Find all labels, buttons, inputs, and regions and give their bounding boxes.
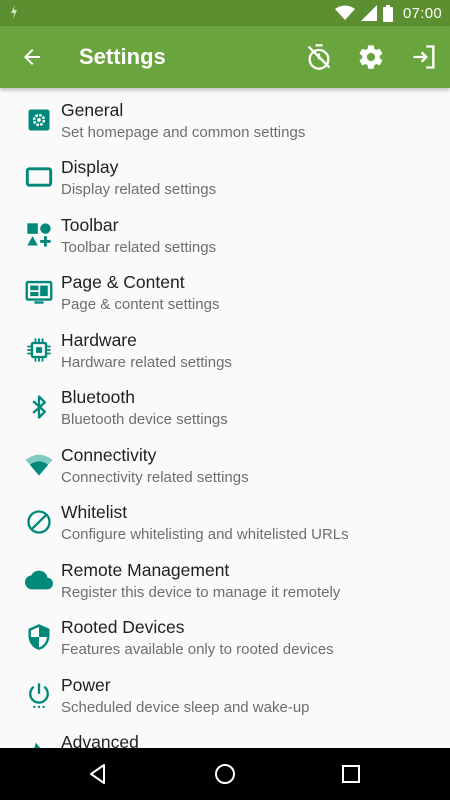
settings-item-subtitle: Scheduled device sleep and wake-up bbox=[61, 699, 310, 716]
recents-square-icon[interactable] bbox=[339, 762, 363, 786]
settings-item-subtitle: Hardware related settings bbox=[61, 354, 232, 371]
settings-item-title: Page & Content bbox=[61, 272, 185, 292]
toolbar-shapes-icon bbox=[27, 223, 51, 247]
notification-indicator-icon bbox=[11, 5, 17, 19]
exit-icon[interactable] bbox=[410, 43, 438, 71]
settings-item-toolbar[interactable]: Toolbar Toolbar related settings bbox=[0, 207, 450, 264]
settings-item-subtitle: Page & content settings bbox=[61, 296, 220, 313]
general-gear-icon bbox=[28, 109, 50, 131]
settings-item-advanced[interactable]: Advanced bbox=[0, 724, 450, 748]
settings-item-subtitle: Configure whitelisting and whitelisted U… bbox=[61, 526, 349, 543]
page-title: Settings bbox=[79, 44, 166, 69]
navigation-bar bbox=[0, 748, 450, 800]
shield-icon bbox=[28, 624, 50, 650]
battery-icon bbox=[382, 4, 393, 22]
settings-item-subtitle: Display related settings bbox=[61, 181, 217, 198]
gear-icon[interactable] bbox=[357, 43, 385, 71]
settings-item-rooted-devices[interactable]: Rooted Devices Features available only t… bbox=[0, 609, 450, 666]
settings-item-subtitle: Toolbar related settings bbox=[61, 239, 217, 256]
power-icon bbox=[29, 683, 49, 709]
settings-item-general[interactable]: General Set homepage and common settings bbox=[0, 92, 450, 149]
settings-item-title: Hardware bbox=[61, 330, 137, 350]
status-time: 07:00 bbox=[402, 4, 442, 22]
settings-item-title: Advanced bbox=[61, 732, 139, 748]
settings-item-subtitle: Features available only to rooted device… bbox=[61, 641, 334, 658]
wifi-status-icon bbox=[334, 5, 355, 20]
advanced-icon bbox=[34, 742, 41, 748]
settings-item-bluetooth[interactable]: Bluetooth Bluetooth device settings bbox=[0, 379, 450, 436]
timer-off-icon[interactable] bbox=[305, 43, 333, 71]
chip-icon bbox=[27, 338, 51, 362]
display-icon bbox=[25, 167, 53, 187]
app-bar: Settings bbox=[0, 26, 450, 88]
settings-item-hardware[interactable]: Hardware Hardware related settings bbox=[0, 322, 450, 379]
cell-signal-icon bbox=[360, 5, 377, 21]
settings-item-power[interactable]: Power Scheduled device sleep and wake-up bbox=[0, 667, 450, 724]
settings-item-title: Power bbox=[61, 675, 111, 695]
bluetooth-icon bbox=[32, 395, 46, 419]
home-circle-icon[interactable] bbox=[213, 762, 237, 786]
arrow-back-icon[interactable] bbox=[20, 45, 44, 69]
cloud-icon bbox=[25, 570, 53, 590]
settings-item-title: Toolbar bbox=[61, 215, 119, 235]
page-content-icon bbox=[25, 280, 53, 304]
settings-item-display[interactable]: Display Display related settings bbox=[0, 149, 450, 206]
status-bar: 07:00 bbox=[0, 0, 450, 26]
back-triangle-icon[interactable] bbox=[86, 762, 110, 786]
settings-item-title: Rooted Devices bbox=[61, 617, 185, 637]
settings-item-title: Display bbox=[61, 157, 119, 177]
settings-item-title: Whitelist bbox=[61, 502, 128, 522]
settings-item-page-content[interactable]: Page & Content Page & content settings bbox=[0, 264, 450, 321]
block-icon bbox=[27, 510, 51, 534]
settings-item-title: Connectivity bbox=[61, 445, 157, 465]
settings-item-title: General bbox=[61, 100, 124, 120]
settings-item-whitelist[interactable]: Whitelist Configure whitelisting and whi… bbox=[0, 494, 450, 551]
settings-item-title: Bluetooth bbox=[61, 387, 135, 407]
settings-list: General Set homepage and common settings… bbox=[0, 88, 450, 748]
settings-item-subtitle: Connectivity related settings bbox=[61, 469, 249, 486]
settings-item-connectivity[interactable]: Connectivity Connectivity related settin… bbox=[0, 437, 450, 494]
wifi-icon bbox=[25, 454, 53, 476]
settings-item-subtitle: Bluetooth device settings bbox=[61, 411, 228, 428]
settings-item-remote-management[interactable]: Remote Management Register this device t… bbox=[0, 552, 450, 609]
settings-item-subtitle: Set homepage and common settings bbox=[61, 124, 306, 141]
settings-item-title: Remote Management bbox=[61, 560, 230, 580]
settings-item-subtitle: Register this device to manage it remote… bbox=[61, 584, 341, 601]
